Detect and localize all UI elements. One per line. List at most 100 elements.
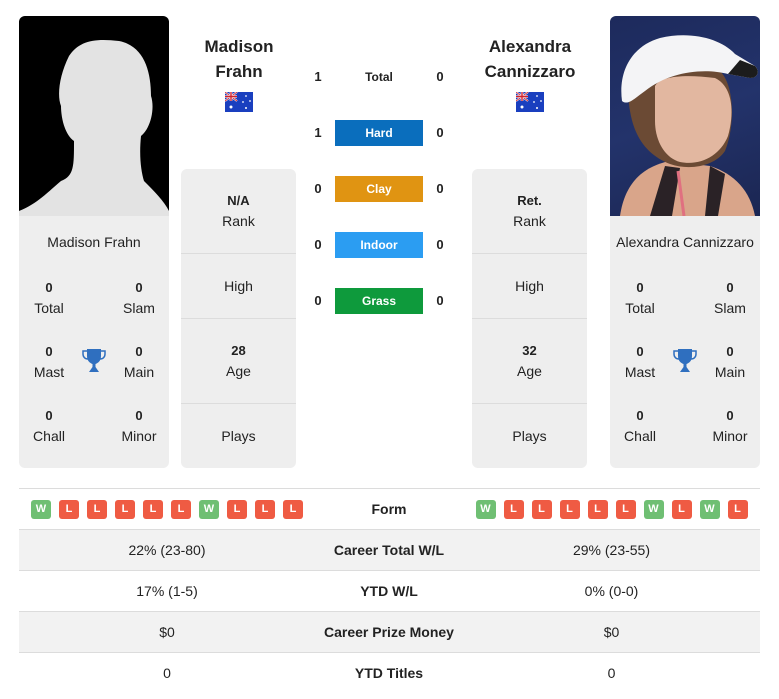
h2h-total-row: 1 Total 0 — [300, 64, 460, 90]
player1-prize-money: $0 — [159, 624, 175, 640]
player-photo-icon — [620, 35, 758, 216]
form-loss-badge[interactable]: L — [615, 500, 636, 519]
player1-name-line2[interactable]: Frahn — [179, 59, 299, 84]
titles-chall-value: 0 — [45, 408, 53, 423]
form-loss-badge[interactable]: L — [143, 500, 163, 519]
form-win-badge[interactable]: W — [199, 500, 219, 519]
form-win-badge[interactable]: W — [31, 500, 51, 519]
titles-minor-label: Minor — [121, 428, 157, 444]
h2h-indoor-badge[interactable]: Indoor — [335, 232, 423, 258]
form-loss-badge[interactable]: L — [531, 500, 552, 519]
high-label: High — [515, 278, 544, 294]
plays-label: Plays — [221, 428, 256, 444]
form-win-badge[interactable]: W — [475, 500, 496, 519]
form-win-badge[interactable]: W — [643, 500, 664, 519]
h2h-hard-p2: 0 — [436, 125, 444, 140]
player1-age: 28 Age — [181, 319, 296, 404]
titles-chall-label: Chall — [33, 428, 65, 444]
h2h-grass-p1: 0 — [314, 293, 322, 308]
stats-row-ytd-wl: 17% (1-5) YTD W/L 0% (0-0) — [19, 570, 760, 611]
prize-money-label: Career Prize Money — [324, 624, 454, 640]
titles-slam-label: Slam — [714, 300, 746, 316]
player2-rank: Ret. Rank — [472, 169, 587, 254]
titles-total-label: Total — [625, 300, 655, 316]
player2-prize-money: $0 — [603, 624, 620, 640]
form-loss-badge[interactable]: L — [171, 500, 191, 519]
form-loss-badge[interactable]: L — [671, 500, 692, 519]
player2-titles-minor: 0 Minor — [700, 406, 760, 446]
player1-titles-chall: 0 Chall — [19, 406, 79, 446]
h2h-grass-p2: 0 — [436, 293, 444, 308]
high-label: High — [224, 278, 253, 294]
stats-row-prize-money: $0 Career Prize Money $0 — [19, 611, 760, 652]
titles-mast-value: 0 — [636, 344, 644, 359]
stats-table: WLLLLLWLLL Form WLLLLLWLWL 22% (23-80) C… — [19, 488, 760, 693]
titles-minor-value: 0 — [135, 408, 143, 423]
player1-titles-mast: 0 Mast — [19, 342, 79, 382]
player1-titles-main: 0 Main — [109, 342, 169, 382]
form-loss-badge[interactable]: L — [503, 500, 524, 519]
player1-name[interactable]: Madison Frahn — [179, 34, 299, 84]
player1-info-card: N/A Rank High 28 Age Plays — [181, 169, 296, 468]
form-loss-badge[interactable]: L — [115, 500, 135, 519]
h2h-grass-badge[interactable]: Grass — [335, 288, 423, 314]
ytd-wl-label: YTD W/L — [360, 583, 418, 599]
player2-ytd-wl: 0% (0-0) — [584, 583, 639, 599]
player2-high: High — [472, 254, 587, 319]
h2h-grass-row: 0 Grass 0 — [300, 288, 460, 314]
form-loss-badge[interactable]: L — [255, 500, 275, 519]
player2-info-card: Ret. Rank High 32 Age Plays — [472, 169, 587, 468]
form-loss-badge[interactable]: L — [587, 500, 608, 519]
player1-plays: Plays — [181, 404, 296, 468]
h2h-clay-p1: 0 — [314, 181, 322, 196]
player2-card: Alexandra Cannizzaro 0 Total 0 Slam 0 Ma… — [610, 16, 760, 468]
age-value: 28 — [231, 343, 246, 358]
form-win-badge[interactable]: W — [699, 500, 720, 519]
form-loss-badge[interactable]: L — [559, 500, 580, 519]
rank-label: Rank — [513, 213, 546, 229]
form-label: Form — [371, 501, 407, 517]
player2-titles: 0 Total 0 Slam 0 Mast 0 Main 0 Chall 0 M… — [610, 278, 760, 458]
form-loss-badge[interactable]: L — [59, 500, 79, 519]
ytd-titles-label: YTD Titles — [354, 665, 424, 681]
player1-titles-minor: 0 Minor — [109, 406, 169, 446]
h2h-clay-badge[interactable]: Clay — [335, 176, 423, 202]
h2h-indoor-row: 0 Indoor 0 — [300, 232, 460, 258]
plays-label: Plays — [512, 428, 547, 444]
player1-form: WLLLLLWLLL — [19, 489, 315, 530]
player2-titles-main: 0 Main — [700, 342, 760, 382]
titles-total-label: Total — [34, 300, 64, 316]
player1-titles: 0 Total 0 Slam 0 Mast 0 Main 0 Chall 0 M… — [19, 278, 169, 458]
h2h-hard-badge[interactable]: Hard — [335, 120, 423, 146]
player2-titles-chall: 0 Chall — [610, 406, 670, 446]
player2-name-line2[interactable]: Cannizzaro — [470, 59, 590, 84]
form-loss-badge[interactable]: L — [87, 500, 107, 519]
rank-label: Rank — [222, 213, 255, 229]
age-label: Age — [226, 363, 251, 379]
player1-name-line1[interactable]: Madison — [179, 34, 299, 59]
player1-photo — [19, 16, 169, 216]
rank-value: Ret. — [517, 193, 542, 208]
form-loss-badge[interactable]: L — [227, 500, 247, 519]
titles-slam-label: Slam — [123, 300, 155, 316]
player1-ytd-wl: 17% (1-5) — [136, 583, 198, 599]
titles-slam-value: 0 — [726, 280, 734, 295]
player2-name-line1[interactable]: Alexandra — [470, 34, 590, 59]
age-value: 32 — [522, 343, 537, 358]
player2-ytd-titles: 0 — [607, 665, 616, 681]
h2h-total-label: Total — [365, 70, 393, 84]
titles-mast-value: 0 — [45, 344, 53, 359]
form-loss-badge[interactable]: L — [727, 500, 748, 519]
australia-flag-icon — [516, 92, 544, 112]
trophy-icon — [82, 349, 106, 372]
titles-main-label: Main — [123, 364, 155, 380]
player2-titles-mast: 0 Mast — [610, 342, 670, 382]
titles-minor-value: 0 — [726, 408, 734, 423]
trophy-icon — [673, 349, 697, 372]
titles-minor-label: Minor — [712, 428, 748, 444]
titles-total-value: 0 — [45, 280, 53, 295]
player2-name[interactable]: Alexandra Cannizzaro — [470, 34, 590, 84]
form-loss-badge[interactable]: L — [283, 500, 303, 519]
titles-chall-label: Chall — [624, 428, 656, 444]
titles-mast-label: Mast — [33, 364, 65, 380]
